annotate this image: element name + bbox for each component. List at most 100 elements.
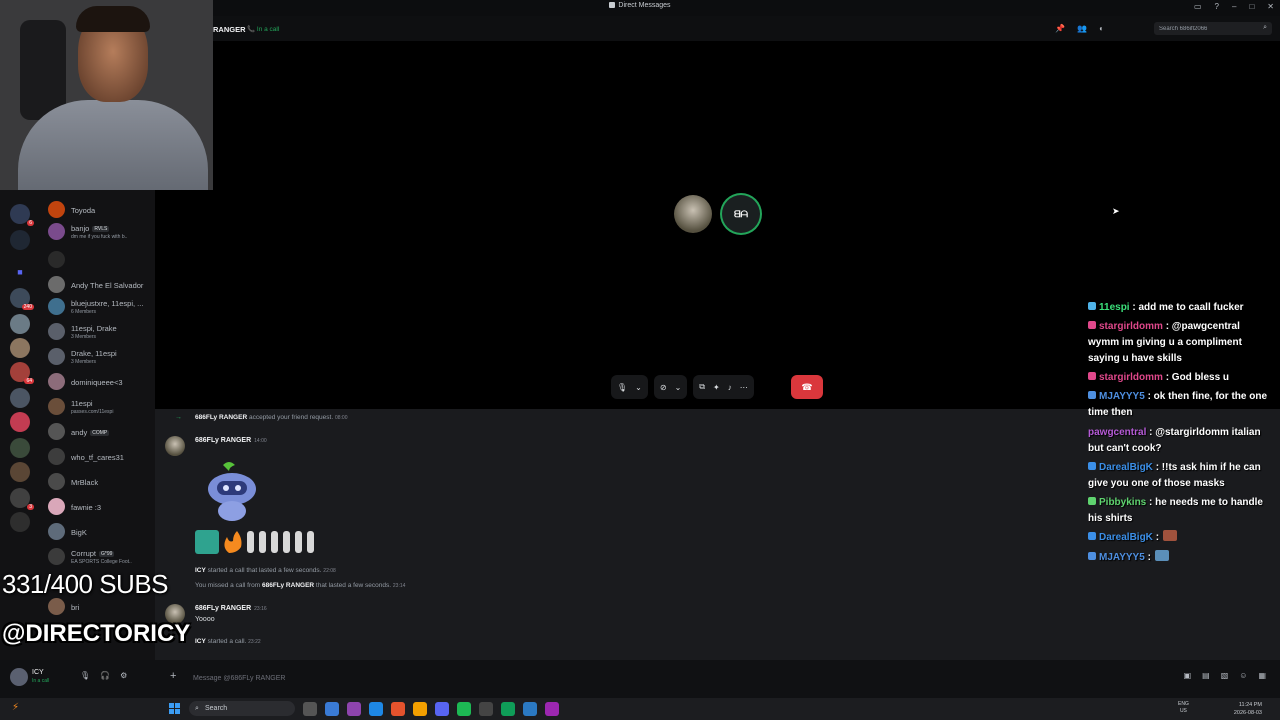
- wumpus-sticker: [208, 462, 256, 521]
- pin-icon[interactable]: 📌: [1055, 24, 1065, 33]
- dm-item[interactable]: Andy The El Salvador: [46, 275, 154, 295]
- microphone-icon[interactable]: 🎙: [617, 383, 627, 392]
- dm-item[interactable]: 11espi, Drake 3 Members: [46, 322, 154, 342]
- dm-item[interactable]: 11espi passes.com/11espi: [46, 397, 154, 417]
- soundboard-icon[interactable]: ♪: [728, 383, 732, 392]
- help-icon[interactable]: ?: [1215, 2, 1219, 11]
- server-icon[interactable]: 3: [10, 488, 34, 510]
- server-icon[interactable]: [10, 230, 30, 250]
- dm-item[interactable]: Toyoda: [46, 200, 154, 220]
- start-button[interactable]: [169, 703, 180, 714]
- gif-icon[interactable]: ▤: [1202, 671, 1210, 680]
- task-view-icon[interactable]: [303, 702, 317, 716]
- message-composer: + ▣ ▤ ▧ ☺ ▦: [155, 660, 1280, 698]
- dm-item[interactable]: MrBlack: [46, 472, 154, 492]
- minimize-button[interactable]: –: [1232, 2, 1236, 11]
- dm-item[interactable]: bluejustxre, 11espi, ... 6 Members: [46, 297, 154, 317]
- file-explorer-icon[interactable]: [413, 702, 427, 716]
- chevron-down-icon[interactable]: ⌄: [635, 383, 642, 392]
- dm-item-name: 11espi, Drake: [71, 324, 155, 333]
- add-friend-icon[interactable]: 👥: [1077, 24, 1087, 33]
- browser-icon[interactable]: [369, 702, 383, 716]
- browser-icon[interactable]: [391, 702, 405, 716]
- dm-recipient-name[interactable]: RANGER: [213, 25, 246, 34]
- mic-control[interactable]: 🎙 ⌄: [611, 375, 648, 399]
- gift-icon[interactable]: ▣: [1184, 671, 1192, 680]
- search-icon: ⌕: [1263, 24, 1267, 31]
- message-input[interactable]: [191, 668, 895, 688]
- folder-icon[interactable]: ■: [10, 262, 30, 282]
- spotify-icon[interactable]: [457, 702, 471, 716]
- chat-username: DarealBigK: [1099, 532, 1153, 543]
- avatar[interactable]: [10, 668, 28, 686]
- dm-item[interactable]: dominiqueee<3: [46, 372, 154, 392]
- app-icon[interactable]: [501, 702, 515, 716]
- search-input[interactable]: [1154, 22, 1272, 35]
- server-icon[interactable]: [10, 512, 30, 532]
- participant-avatar[interactable]: [674, 195, 712, 233]
- microphone-icon[interactable]: 🎙: [80, 671, 90, 680]
- dm-item-name: BigK: [71, 528, 155, 537]
- widgets-icon[interactable]: ⚡: [12, 702, 19, 713]
- dm-item[interactable]: Corrupt G*99 EA SPORTS College Foot..: [46, 547, 154, 567]
- taskbar-search[interactable]: ⌕ Search: [189, 701, 295, 716]
- profile-icon[interactable]: ◐: [1099, 24, 1104, 33]
- server-icon[interactable]: [10, 412, 30, 432]
- gear-icon[interactable]: ⚙: [120, 671, 127, 680]
- inbox-button[interactable]: ▭: [1194, 2, 1202, 11]
- server-icon[interactable]: [10, 314, 30, 334]
- chat-header: RANGER 📞 In a call 📌 👥 ◐ ⌕: [155, 16, 1280, 41]
- server-icon[interactable]: [10, 388, 30, 408]
- maximize-button[interactable]: □: [1249, 2, 1254, 11]
- avatar[interactable]: [165, 436, 185, 456]
- dm-item-subtitle: passes.com/11espi: [71, 409, 114, 415]
- dm-item[interactable]: Drake, 11espi 3 Members: [46, 347, 154, 367]
- add-attachment-icon[interactable]: +: [170, 670, 176, 682]
- server-icon[interactable]: [10, 462, 30, 482]
- avatar: [48, 548, 65, 565]
- server-icon[interactable]: 240: [10, 288, 34, 310]
- participant-avatar-speaking[interactable]: ᗺᗩ: [722, 195, 760, 233]
- message-author[interactable]: 686FLy RANGER 23:16: [195, 605, 267, 612]
- server-icon[interactable]: 6: [10, 204, 34, 226]
- close-button[interactable]: ✕: [1267, 2, 1274, 11]
- avatar: [48, 373, 65, 390]
- chat-username: stargirldomm: [1099, 321, 1163, 332]
- chevron-down-icon[interactable]: ⌄: [675, 383, 682, 392]
- app-icon[interactable]: [523, 702, 537, 716]
- app-icon[interactable]: [479, 702, 493, 716]
- server-icon[interactable]: [10, 338, 30, 358]
- app-icon[interactable]: [545, 702, 559, 716]
- avatar: [48, 201, 65, 218]
- dm-item[interactable]: fawnie :3: [46, 497, 154, 517]
- server-icon[interactable]: [10, 438, 30, 458]
- app-icon[interactable]: [347, 702, 361, 716]
- system-message: 686FLy RANGER accepted your friend reque…: [195, 414, 348, 421]
- hang-up-button[interactable]: ☎: [791, 375, 823, 399]
- server-icon[interactable]: 64: [10, 362, 34, 384]
- dm-item-name-text: who_tf_cares31: [71, 453, 124, 462]
- sticker-icon[interactable]: ▧: [1221, 671, 1229, 680]
- camera-control[interactable]: ⊘ ⌄: [653, 375, 688, 399]
- clock[interactable]: 11:24 PM 2026-08-03: [1234, 701, 1262, 717]
- user-panel: ICY In a call 🎙 🎧 ⚙: [0, 660, 155, 698]
- app-icon[interactable]: [325, 702, 339, 716]
- camera-off-icon[interactable]: ⊘: [660, 383, 667, 392]
- dm-item[interactable]: BigK: [46, 522, 154, 542]
- activities-icon[interactable]: ✦: [713, 383, 720, 392]
- apps-icon[interactable]: ▦: [1258, 671, 1266, 680]
- discord-icon[interactable]: [435, 702, 449, 716]
- dm-item[interactable]: [46, 250, 154, 270]
- avatar: [48, 276, 65, 293]
- dm-item[interactable]: andy COMP: [46, 422, 154, 442]
- headphones-icon[interactable]: 🎧: [100, 671, 110, 680]
- avatar: [48, 523, 65, 540]
- message-author[interactable]: 686FLy RANGER 14:00: [195, 437, 267, 444]
- dm-item[interactable]: bri: [46, 597, 154, 617]
- more-options-icon[interactable]: ⋯: [740, 383, 748, 392]
- dm-item[interactable]: banjo RVLS dm me if you fuck with b..: [46, 222, 154, 242]
- input-language[interactable]: ENG US: [1178, 701, 1189, 715]
- emoji-icon[interactable]: ☺: [1239, 671, 1247, 680]
- screen-share-icon[interactable]: ⧉: [699, 382, 705, 392]
- dm-item[interactable]: who_tf_cares31: [46, 447, 154, 467]
